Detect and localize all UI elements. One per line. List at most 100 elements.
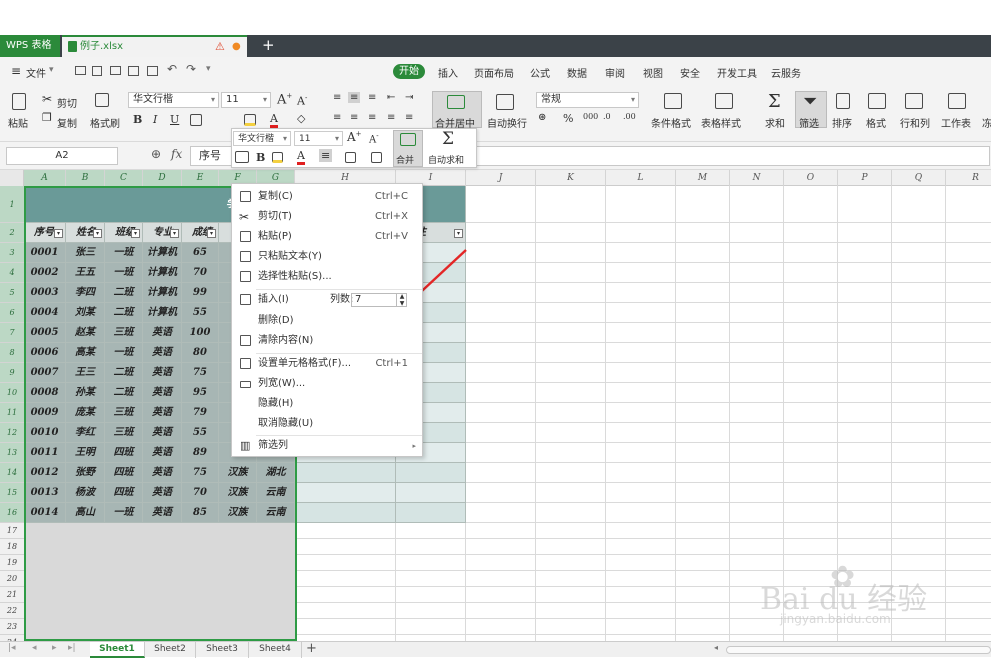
copy-button[interactable]: 复制 <box>57 115 77 130</box>
export-icon[interactable] <box>147 66 158 76</box>
menu-item-paste-text[interactable]: 只粘贴文本(Y) <box>232 247 422 267</box>
app-tab[interactable]: WPS 表格 <box>0 35 60 57</box>
row-header-11[interactable]: 11 <box>0 403 24 423</box>
mini-grow-font-icon[interactable]: A+ <box>347 130 362 144</box>
row-header-23[interactable]: 23 <box>0 619 24 635</box>
table-cell[interactable]: 65 <box>182 243 219 263</box>
table-cell[interactable]: 0005 <box>24 323 66 343</box>
align-right-icon[interactable]: ≡ <box>368 112 376 123</box>
row-header-10[interactable]: 10 <box>0 383 24 403</box>
mini-size-select[interactable]: 11 <box>294 131 343 146</box>
row-header-21[interactable]: 21 <box>0 587 24 603</box>
zoom-icon[interactable]: ⊕ <box>151 147 161 161</box>
table-cell[interactable]: 汉族 <box>219 483 257 503</box>
print-preview-icon[interactable] <box>128 66 139 76</box>
table-cell[interactable]: 0006 <box>24 343 66 363</box>
menu-developer[interactable]: 开发工具 <box>717 65 757 80</box>
sum-button[interactable]: 求和 <box>765 115 785 130</box>
table-cell[interactable]: 英语 <box>143 323 182 343</box>
font-family-select[interactable]: 华文行楷 <box>128 92 219 108</box>
italic-icon[interactable]: I <box>153 113 157 126</box>
table-cell[interactable]: 赵某 <box>66 323 105 343</box>
row-col-button[interactable]: 行和列 <box>900 115 930 130</box>
table-cell[interactable]: 55 <box>182 303 219 323</box>
font-color-icon[interactable]: A <box>270 113 278 128</box>
table-style-icon[interactable] <box>715 93 733 109</box>
table-cell[interactable]: 0003 <box>24 283 66 303</box>
menu-home[interactable]: 开始 <box>393 64 425 79</box>
menu-review[interactable]: 审阅 <box>605 65 625 80</box>
currency-icon[interactable]: ⊛ <box>538 112 546 123</box>
table-cell[interactable]: 湖北 <box>257 463 295 483</box>
menu-cloud[interactable]: 云服务 <box>771 65 801 80</box>
filter-dropdown-icon[interactable]: ▾ <box>207 229 216 238</box>
row-header-16[interactable]: 16 <box>0 503 24 523</box>
horizontal-scrollbar[interactable] <box>726 646 991 654</box>
row-header-15[interactable]: 15 <box>0 483 24 503</box>
column-header-c[interactable]: C <box>105 170 143 186</box>
column-header-q[interactable]: Q <box>892 170 946 186</box>
table-cell[interactable]: 99 <box>182 283 219 303</box>
percent-icon[interactable]: % <box>563 112 573 125</box>
table-cell[interactable] <box>295 463 396 483</box>
wrap-text-icon[interactable] <box>496 94 514 110</box>
menu-view[interactable]: 视图 <box>643 65 663 80</box>
column-header-l[interactable]: L <box>606 170 676 186</box>
table-cell[interactable]: 李红 <box>66 423 105 443</box>
row-header-20[interactable]: 20 <box>0 571 24 587</box>
table-cell[interactable]: 一班 <box>105 243 143 263</box>
table-cell[interactable] <box>396 483 466 503</box>
filter-dropdown-icon[interactable]: ▾ <box>170 229 179 238</box>
table-cell[interactable]: 四班 <box>105 443 143 463</box>
align-bottom-icon[interactable]: ≡ <box>368 92 376 103</box>
table-cell[interactable]: 95 <box>182 383 219 403</box>
sum-icon[interactable]: Σ <box>768 91 781 112</box>
menu-item-insert[interactable]: 插入(I) 列数: 7 ▲ ▼ <box>232 290 422 310</box>
menu-item-column-width[interactable]: 列宽(W)... <box>232 374 422 394</box>
table-cell[interactable]: 一班 <box>105 343 143 363</box>
mini-font-select[interactable]: 华文行楷 <box>233 131 291 146</box>
table-cell[interactable]: 一班 <box>105 503 143 523</box>
fx-icon[interactable]: fx <box>171 147 182 161</box>
table-cell[interactable]: 张三 <box>66 243 105 263</box>
table-cell[interactable] <box>396 463 466 483</box>
menu-security[interactable]: 安全 <box>680 65 700 80</box>
menu-page-layout[interactable]: 页面布局 <box>474 65 514 80</box>
shrink-font-icon[interactable]: A- <box>297 94 307 108</box>
table-cell[interactable]: 英语 <box>143 423 182 443</box>
next-sheet-icon[interactable]: ▸ <box>52 643 57 653</box>
table-cell[interactable]: 孙某 <box>66 383 105 403</box>
table-cell[interactable]: 高山 <box>66 503 105 523</box>
distributed-icon[interactable]: ≡ <box>405 112 413 123</box>
sort-button[interactable]: 排序 <box>832 115 852 130</box>
redo-icon[interactable]: ↷ <box>186 62 196 76</box>
conditional-format-button[interactable]: 条件格式 <box>651 115 691 130</box>
cut-button[interactable]: 剪切 <box>57 95 77 110</box>
table-cell[interactable]: 汉族 <box>219 503 257 523</box>
table-cell[interactable]: 英语 <box>143 503 182 523</box>
wrap-text-button[interactable]: 自动换行 <box>487 115 527 130</box>
column-header-m[interactable]: M <box>676 170 730 186</box>
table-cell[interactable]: 计算机 <box>143 263 182 283</box>
table-cell[interactable] <box>295 503 396 523</box>
table-cell[interactable]: 0010 <box>24 423 66 443</box>
align-top-icon[interactable]: ≡ <box>333 92 341 103</box>
file-tab[interactable]: 例子.xlsx ⚠ ● <box>62 35 247 57</box>
indent-decrease-icon[interactable]: ⇤ <box>387 92 395 103</box>
quick-access-dropdown-icon[interactable]: ▾ <box>206 64 211 74</box>
table-cell[interactable]: 计算机 <box>143 303 182 323</box>
filter-button[interactable]: 筛选 <box>799 115 819 130</box>
align-middle-icon[interactable]: ≡ <box>348 92 361 103</box>
row-header-19[interactable]: 19 <box>0 555 24 571</box>
row-header-6[interactable]: 6 <box>0 303 24 323</box>
thousands-icon[interactable]: 000 <box>583 112 598 121</box>
table-cell[interactable] <box>396 503 466 523</box>
add-sheet-button[interactable]: + <box>306 641 317 656</box>
menu-item-delete[interactable]: 删除(D) <box>232 311 422 331</box>
undo-icon[interactable]: ↶ <box>167 62 177 76</box>
mini-shrink-font-icon[interactable]: A- <box>369 132 379 145</box>
row-header-5[interactable]: 5 <box>0 283 24 303</box>
mini-bold-icon[interactable]: B <box>256 151 265 164</box>
decrease-decimal-icon[interactable]: .00 <box>623 112 636 121</box>
column-header-e[interactable]: E <box>182 170 219 186</box>
